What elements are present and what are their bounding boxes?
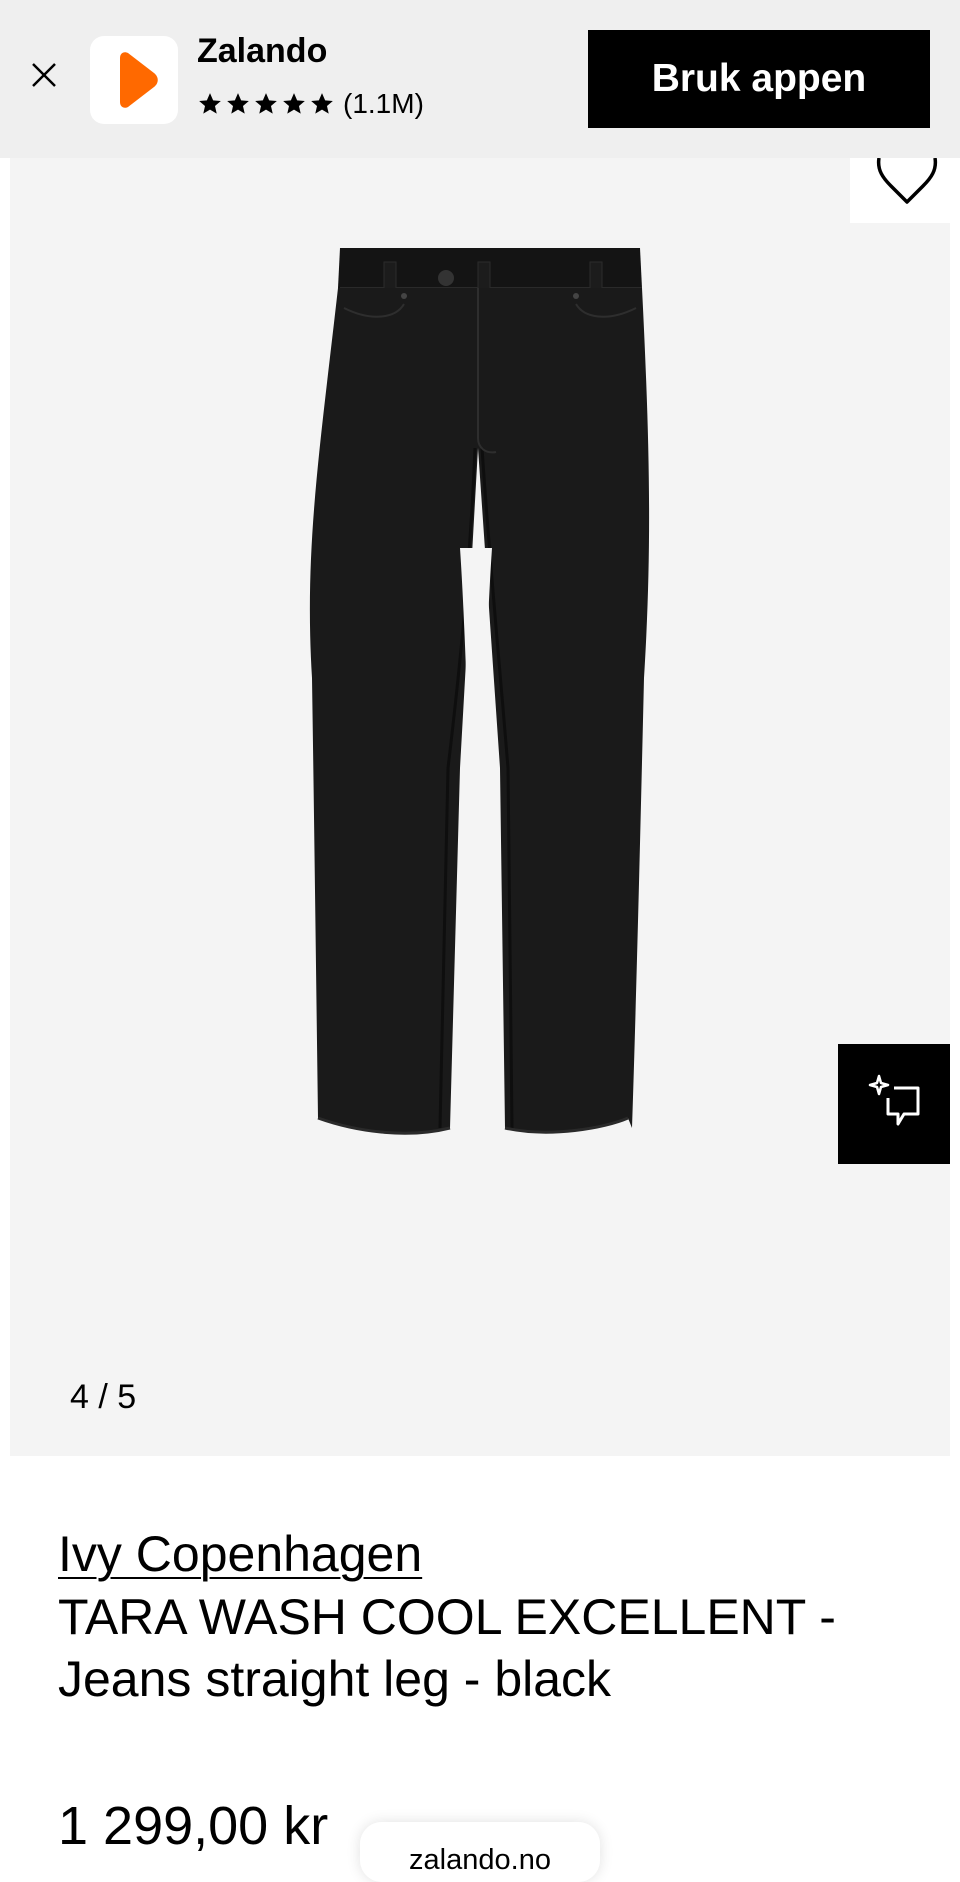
image-counter: 4 / 5 (70, 1378, 137, 1416)
brand-link[interactable]: Ivy Copenhagen (58, 1524, 422, 1584)
app-icon[interactable] (90, 36, 178, 124)
heart-icon (876, 158, 938, 204)
product-image-gallery[interactable]: 4 / 5 (10, 158, 950, 1456)
ai-sparkle-icon (868, 1074, 920, 1126)
star-icon (255, 93, 277, 114)
zalando-logo-icon (120, 52, 158, 108)
app-name: Zalando (197, 32, 328, 70)
app-install-banner: Zalando (1.1M) Bruk appen (0, 0, 960, 158)
url-text: zalando.no (409, 1844, 551, 1876)
wishlist-button[interactable] (850, 158, 950, 223)
rating-count: (1.1M) (343, 88, 424, 119)
star-icon (311, 93, 333, 114)
browser-url-bar[interactable]: zalando.no (360, 1822, 600, 1882)
close-banner-button[interactable] (24, 55, 64, 95)
star-icon (283, 93, 305, 114)
open-app-button[interactable]: Bruk appen (588, 30, 930, 128)
star-icon (227, 93, 249, 114)
star-icon (199, 93, 221, 114)
product-title: TARA WASH COOL EXCELLENT - Jeans straigh… (58, 1589, 836, 1707)
product-image (300, 248, 680, 1328)
close-icon (32, 63, 56, 87)
product-price: 1 299,00 kr (58, 1796, 329, 1856)
ai-assistant-button[interactable] (838, 1044, 950, 1164)
jeans-illustration (309, 248, 650, 1135)
app-rating: (1.1M) (197, 84, 424, 124)
rating-stars (197, 91, 335, 117)
